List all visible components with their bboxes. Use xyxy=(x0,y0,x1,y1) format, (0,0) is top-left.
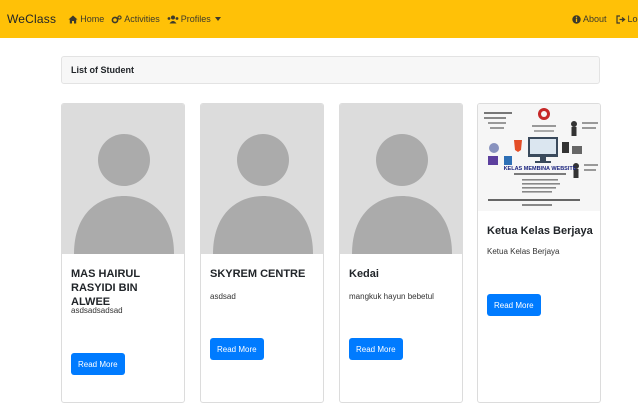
card-text: Ketua Kelas Berjaya xyxy=(487,247,560,256)
info-circle-icon xyxy=(572,14,581,24)
user-silhouette-icon xyxy=(213,134,313,254)
poster-image: KELAS MEMBINA WEBSITE xyxy=(478,104,600,211)
nav-logout-link[interactable]: Logout xyxy=(615,14,638,24)
card-text: asdsadsadsad xyxy=(71,306,123,315)
nav-about-label: About xyxy=(583,14,607,24)
avatar-placeholder-image xyxy=(62,104,184,254)
nav-activities-label: Activities xyxy=(124,14,160,24)
list-header: List of Student xyxy=(61,56,600,84)
avatar-placeholder-image xyxy=(201,104,323,254)
read-more-button[interactable]: Read More xyxy=(71,353,125,375)
student-card: Kedai mangkuk hayun bebetul Read More xyxy=(339,103,463,403)
card-title: SKYREM CENTRE xyxy=(210,268,306,280)
user-silhouette-icon xyxy=(74,134,174,254)
avatar-placeholder-image xyxy=(340,104,462,254)
nav-profiles-label: Profiles xyxy=(180,14,211,24)
nav-logout-label: Logout xyxy=(627,14,638,24)
chevron-down-icon xyxy=(214,17,221,21)
read-more-button[interactable]: Read More xyxy=(349,338,403,360)
student-card: MAS HAIRUL RASYIDI BIN ALWEE asdsadsadsa… xyxy=(61,103,185,403)
navbar-right: About Logout xyxy=(572,0,638,38)
card-title: Kedai xyxy=(349,268,379,280)
user-silhouette-icon xyxy=(352,134,452,254)
top-navbar: WeClass Home Activities Profiles About L… xyxy=(0,0,638,38)
card-text: asdsad xyxy=(210,292,236,301)
poster-headline: KELAS MEMBINA WEBSITE xyxy=(504,166,577,172)
brand-logo[interactable]: WeClass xyxy=(7,12,56,26)
nav-about-link[interactable]: About xyxy=(572,14,607,24)
home-icon xyxy=(68,15,78,23)
nav-profiles-dropdown[interactable]: Profiles xyxy=(167,14,221,24)
nav-activities-link[interactable]: Activities xyxy=(111,14,160,24)
list-title: List of Student xyxy=(71,65,134,75)
card-title: MAS HAIRUL RASYIDI BIN ALWEE xyxy=(71,268,140,308)
student-card: KELAS MEMBINA WEBSITE Ketua Kelas Berjay… xyxy=(477,103,601,403)
users-icon xyxy=(167,15,179,23)
poster-graphic: KELAS MEMBINA WEBSITE xyxy=(478,104,600,211)
read-more-button[interactable]: Read More xyxy=(487,294,541,316)
cogs-icon xyxy=(111,14,122,23)
sign-out-icon xyxy=(615,14,626,24)
nav-home-label: Home xyxy=(80,14,105,24)
nav-home-link[interactable]: Home xyxy=(68,14,104,24)
card-title: Ketua Kelas Berjaya xyxy=(487,225,593,237)
card-text: mangkuk hayun bebetul xyxy=(349,292,434,301)
student-card: SKYREM CENTRE asdsad Read More xyxy=(200,103,324,403)
read-more-button[interactable]: Read More xyxy=(210,338,264,360)
